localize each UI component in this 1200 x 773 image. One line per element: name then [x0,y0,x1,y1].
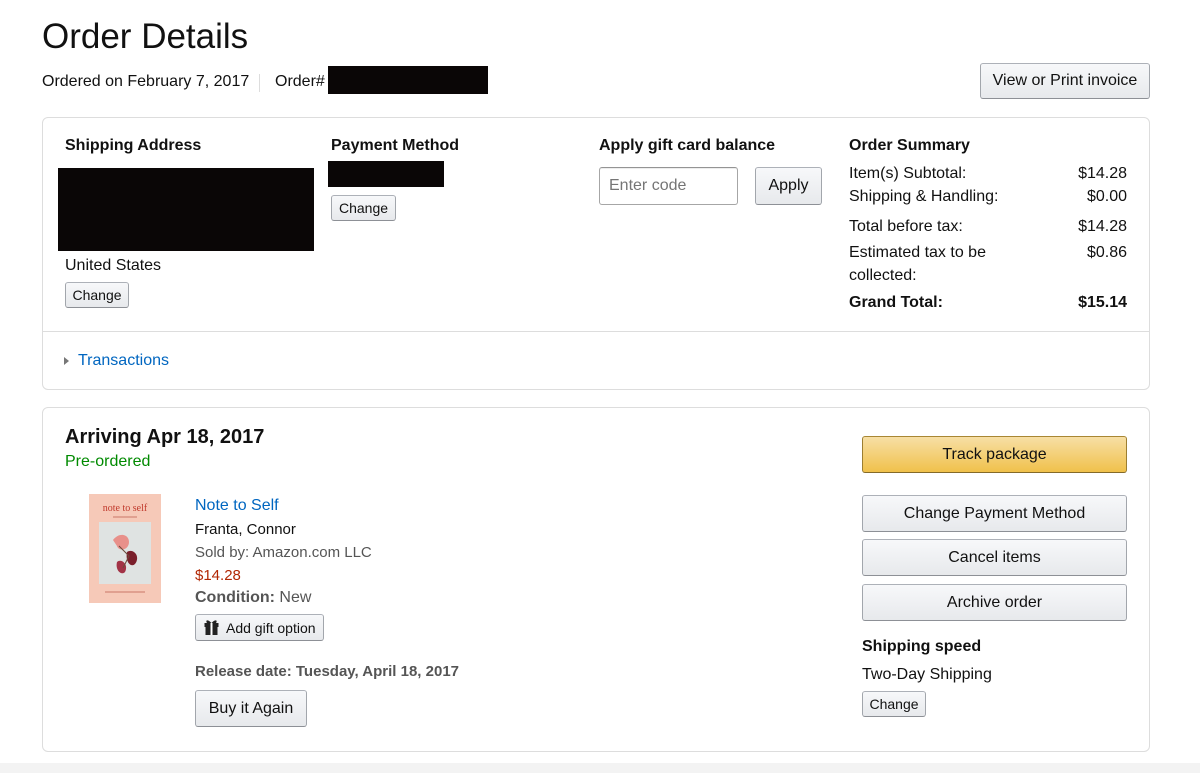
order-number-label: Order# [275,73,325,90]
track-package-button[interactable]: Track package [862,436,1127,473]
estimated-tax-label-line2: collected: [849,267,917,284]
header-divider [259,74,260,92]
change-shipping-speed-button[interactable]: Change [862,691,926,717]
add-gift-option-button[interactable]: Add gift option [195,614,324,641]
ordered-date: Ordered on February 7, 2017 [42,73,250,90]
item-condition: Condition: New [195,589,311,607]
change-payment-button[interactable]: Change [331,195,396,221]
page-title: Order Details [42,17,249,56]
transactions-link[interactable]: Transactions [78,352,169,370]
buy-it-again-button[interactable]: Buy it Again [195,690,307,727]
gift-card-code-input[interactable] [599,167,738,205]
estimated-tax-value: $0.86 [1086,244,1127,261]
order-summary-heading: Order Summary [849,137,970,154]
estimated-tax-label-line1: Estimated tax to be [849,244,986,261]
page-bottom-strip [0,763,1200,773]
grand-total-row: Grand Total: $15.14 [849,294,1127,312]
grand-total-label: Grand Total: [849,294,943,311]
total-before-tax-value: $14.28 [1078,218,1127,235]
book-cover-subtitle-line [113,516,137,518]
book-cover-title: note to self [102,503,148,514]
subtotal-value: $14.28 [1078,165,1127,182]
change-address-button[interactable]: Change [65,282,129,308]
add-gift-option-label: Add gift option [226,619,316,636]
order-number-redacted [328,66,488,94]
item-title-link[interactable]: Note to Self [195,497,279,515]
shipping-handling-value: $0.00 [1086,188,1127,205]
payment-method-redacted [328,161,444,187]
estimated-tax-row: Estimated tax to be collected: $0.86 [849,241,1127,287]
payment-method-heading: Payment Method [331,137,460,154]
shipping-speed-value: Two-Day Shipping [862,666,992,683]
apply-gift-card-button[interactable]: Apply [755,167,822,205]
item-price: $14.28 [195,567,241,584]
gift-box-icon [204,618,219,638]
change-payment-method-button[interactable]: Change Payment Method [862,495,1127,532]
cancel-items-button[interactable]: Cancel items [862,539,1127,576]
total-before-tax-label: Total before tax: [849,218,963,235]
view-print-invoice-button[interactable]: View or Print invoice [980,63,1150,99]
item-condition-label: Condition: [195,589,275,606]
book-cover-image[interactable]: note to self [89,494,161,603]
total-before-tax-row: Total before tax: $14.28 [849,218,1127,236]
shipping-speed-heading: Shipping speed [862,638,982,655]
panel-divider [43,331,1149,332]
shipping-address-redacted [58,168,314,251]
subtotal-row: Item(s) Subtotal: $14.28 [849,165,1127,183]
item-sold-by: Sold by: Amazon.com LLC [195,544,372,561]
gift-card-heading: Apply gift card balance [599,137,776,154]
shipping-handling-label: Shipping & Handling: [849,188,999,205]
transactions-toggle[interactable]: Transactions [64,351,169,371]
preorder-status: Pre-ordered [65,453,151,470]
item-author: Franta, Connor [195,521,296,538]
shipping-handling-row: Shipping & Handling: $0.00 [849,188,1127,206]
grand-total-value: $15.14 [1078,294,1127,311]
shipping-address-heading: Shipping Address [65,137,202,154]
shipping-country: United States [65,257,162,274]
release-date: Release date: Tuesday, April 18, 2017 [195,663,460,680]
arriving-date: Arriving Apr 18, 2017 [65,426,265,448]
item-condition-value: New [279,589,312,606]
book-cover-photo [99,522,151,584]
caret-right-icon [64,357,69,365]
archive-order-button[interactable]: Archive order [862,584,1127,621]
subtotal-label: Item(s) Subtotal: [849,165,967,182]
book-cover-footer-line [105,591,145,593]
